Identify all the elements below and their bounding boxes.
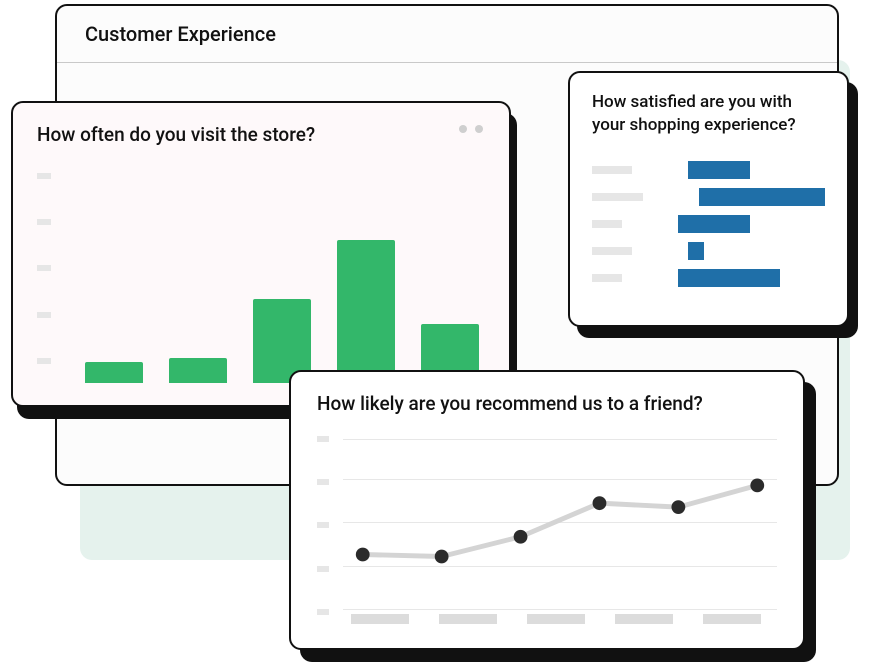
line-plot xyxy=(317,436,777,624)
hbar-plot xyxy=(592,161,825,296)
visit-frequency-card[interactable]: How often do you visit the store? xyxy=(11,101,511,407)
page-title: Customer Experience xyxy=(57,6,837,63)
bar xyxy=(85,362,143,383)
visit-frequency-question: How often do you visit the store? xyxy=(37,123,485,146)
bar xyxy=(169,358,227,383)
trend-line xyxy=(363,485,758,556)
bar-plot xyxy=(37,173,485,383)
hbar-row xyxy=(592,215,825,233)
card-menu-icon[interactable] xyxy=(459,125,483,133)
hbar-row xyxy=(592,269,825,287)
hbar-row xyxy=(592,188,825,206)
hbar-row xyxy=(592,161,825,179)
satisfaction-card[interactable]: How satisfied are you with your shopping… xyxy=(568,71,849,327)
recommend-question: How likely are you recommend us to a fri… xyxy=(317,392,777,415)
bar xyxy=(337,240,395,383)
satisfaction-question: How satisfied are you with your shopping… xyxy=(592,91,825,137)
recommend-card[interactable]: How likely are you recommend us to a fri… xyxy=(289,370,805,650)
hbar-row xyxy=(592,242,825,260)
